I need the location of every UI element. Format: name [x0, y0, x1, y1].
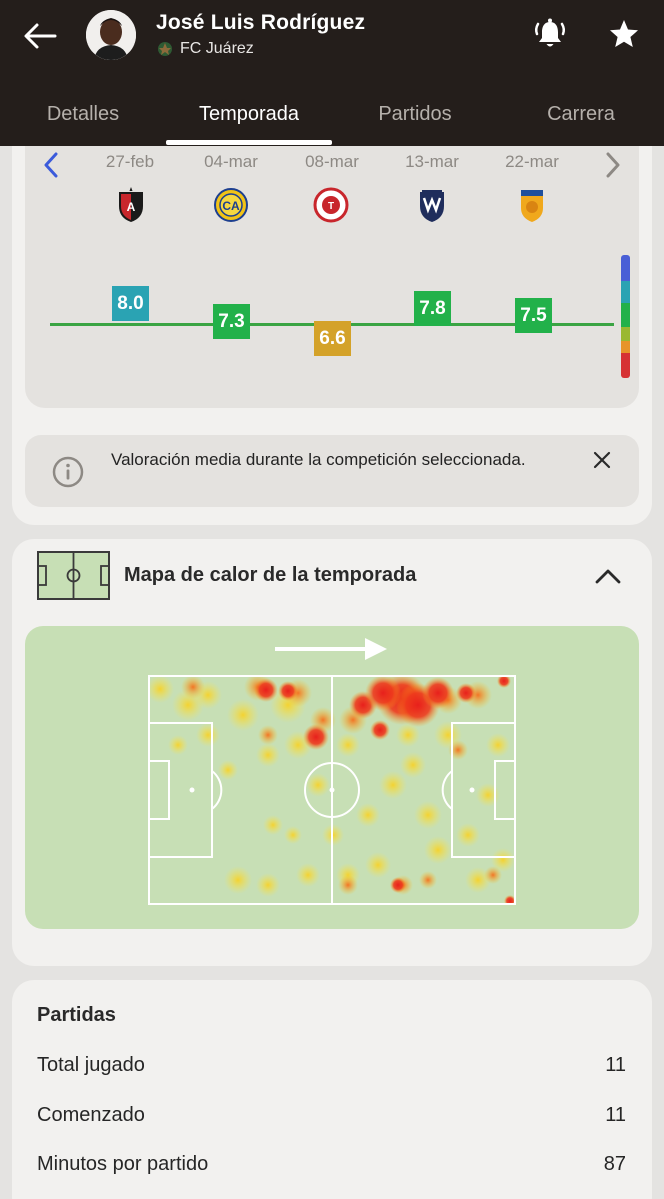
chevron-left-icon	[44, 152, 58, 178]
tigres-crest-icon[interactable]	[514, 186, 550, 224]
collapse-heatmap-button[interactable]	[588, 556, 628, 596]
star-icon	[610, 20, 638, 47]
info-banner	[25, 435, 639, 507]
svg-text:CA: CA	[222, 199, 240, 213]
match-rating-badge[interactable]: 7.3	[213, 304, 250, 339]
svg-text:T: T	[328, 201, 334, 212]
player-name: José Luis Rodríguez	[156, 11, 366, 34]
svg-text:A: A	[127, 200, 136, 214]
info-icon	[52, 456, 84, 488]
rating-scale-segment	[621, 303, 630, 327]
stat-label: Total jugado	[37, 1054, 145, 1076]
fc-juarez-crest-icon	[158, 42, 172, 56]
stat-label: Minutos por partido	[37, 1153, 209, 1175]
rating-scale-segment	[621, 281, 630, 303]
match-rating-badge[interactable]: 8.0	[112, 286, 149, 321]
tab-bar: Detalles Temporada Partidos Carrera	[0, 82, 664, 146]
tab-partidos[interactable]: Partidos	[332, 82, 498, 146]
match-date: 27-feb	[105, 152, 155, 171]
bell-alert-icon	[534, 18, 566, 47]
tab-detalles[interactable]: Detalles	[0, 82, 166, 146]
stat-value: 87	[603, 1153, 626, 1175]
info-close-button[interactable]	[586, 444, 618, 476]
atlas-crest-icon[interactable]: A	[113, 186, 149, 224]
team-row[interactable]: FC Juárez	[156, 40, 254, 58]
heatmap-field	[148, 675, 516, 905]
football-pitch-icon	[37, 551, 110, 600]
team-name: FC Juárez	[180, 40, 254, 57]
attack-direction-arrow-icon	[275, 638, 387, 660]
tab-temporada[interactable]: Temporada	[166, 82, 332, 146]
toluca-crest-icon[interactable]: T	[313, 186, 349, 224]
stat-label: Comenzado	[37, 1104, 145, 1126]
match-date: 22-mar	[505, 152, 559, 171]
rating-scale-segment	[621, 327, 630, 341]
prev-matches-button[interactable]	[38, 150, 64, 180]
back-button[interactable]	[18, 14, 62, 58]
stats-heading: Partidas	[37, 1004, 116, 1026]
stat-value: 11	[605, 1054, 626, 1076]
next-matches-button[interactable]	[600, 150, 626, 180]
match-rating-badge[interactable]: 6.6	[314, 321, 351, 356]
rating-scale-segment	[621, 341, 630, 353]
match-rating-badge[interactable]: 7.5	[515, 298, 552, 333]
close-icon	[593, 451, 611, 469]
active-tab-indicator	[166, 140, 332, 145]
match-date: 04-mar	[204, 152, 258, 171]
tab-carrera[interactable]: Carrera	[498, 82, 664, 146]
rating-scale-segment	[621, 353, 630, 378]
info-text: Valoración media durante la competición …	[111, 450, 526, 469]
rating-scale-segment	[621, 255, 630, 281]
stat-value: 11	[605, 1104, 626, 1126]
notification-bell-button[interactable]	[528, 12, 572, 56]
chevron-up-icon	[595, 569, 621, 584]
heatmap-title: Mapa de calor de la temporada	[124, 564, 417, 586]
match-date: 13-mar	[405, 152, 459, 171]
match-date: 08-mar	[305, 152, 359, 171]
arrow-left-icon	[24, 23, 57, 49]
rating-scale-legend	[621, 255, 630, 378]
chevron-right-icon	[606, 152, 620, 178]
player-avatar	[86, 10, 136, 60]
match-rating-badge[interactable]: 7.8	[414, 291, 451, 326]
club-america-crest-icon[interactable]: CA	[213, 186, 249, 224]
monterrey-crest-icon[interactable]	[414, 186, 450, 224]
favorite-star-button[interactable]	[602, 12, 646, 56]
